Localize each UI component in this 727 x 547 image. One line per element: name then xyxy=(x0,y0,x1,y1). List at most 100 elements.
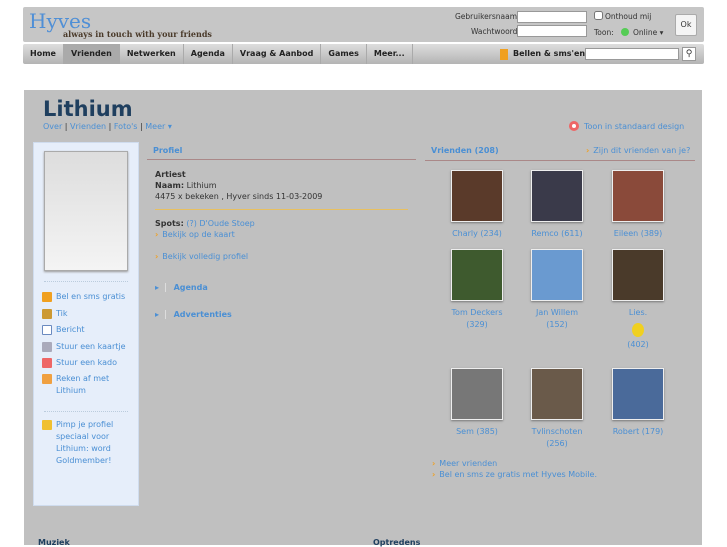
friend-item[interactable]: Charly (234) xyxy=(437,170,517,240)
friend-item[interactable]: Sem (385) xyxy=(437,368,517,438)
more-friends-link[interactable]: Meer vrienden xyxy=(439,459,497,468)
lifebuoy-icon xyxy=(569,121,579,131)
online-status-icon xyxy=(621,28,629,36)
friend-photo[interactable] xyxy=(451,249,503,301)
tagline: always in touch with your friends xyxy=(63,29,212,39)
status-select[interactable]: Online ▾ xyxy=(633,28,663,37)
label: Tik xyxy=(56,309,68,318)
search-button[interactable]: ⚲ xyxy=(682,47,696,61)
mobile-link[interactable]: Bel en sms ze gratis met Hyves Mobile. xyxy=(439,470,597,479)
friend-name[interactable]: Jan Willem (152) xyxy=(517,307,597,331)
sidebar-item-bericht[interactable]: Bericht xyxy=(42,324,134,336)
shows-heading: Optredens xyxy=(373,538,421,547)
sidebar-item-reken[interactable]: Reken af met Lithium xyxy=(42,373,134,397)
spot-link[interactable]: (?) D'Oude Stoep xyxy=(186,219,254,228)
friend-name[interactable]: Lies. xyxy=(598,307,678,319)
friend-name[interactable]: Remco (611) xyxy=(517,228,597,240)
friend-photo[interactable] xyxy=(531,249,583,301)
full-profile-link[interactable]: Bekijk volledig profiel xyxy=(162,252,248,261)
friend-photo[interactable] xyxy=(531,368,583,420)
password-input[interactable] xyxy=(517,25,587,37)
tab-games[interactable]: Games xyxy=(321,44,367,64)
friend-item[interactable]: Jan Willem (152) xyxy=(517,249,597,331)
tab-vraag-aanbod[interactable]: Vraag & Aanbod xyxy=(233,44,322,64)
profile-name: Lithium xyxy=(43,97,133,121)
friend-photo[interactable] xyxy=(451,170,503,222)
tab-agenda[interactable]: Agenda xyxy=(184,44,233,64)
link-over[interactable]: Over xyxy=(43,122,62,131)
friend-name[interactable]: Eileen (389) xyxy=(598,228,678,240)
link-meer[interactable]: Meer ▾ xyxy=(145,122,172,131)
are-friends-link[interactable]: Zijn dit vrienden van je? xyxy=(593,146,690,155)
envelope-icon xyxy=(42,325,52,335)
friend-item[interactable]: Lies. (402) xyxy=(598,249,678,351)
remember-checkbox[interactable] xyxy=(594,11,603,20)
friend-name[interactable]: Sem (385) xyxy=(437,426,517,438)
naam-value: Lithium xyxy=(186,181,217,190)
friend-item[interactable]: Robert (179) xyxy=(598,368,678,438)
label: Stuur een kado xyxy=(56,358,118,367)
sidebar-item-kaartje[interactable]: Stuur een kaartje xyxy=(42,341,134,353)
password-label: Wachtwoord: xyxy=(471,27,520,36)
friend-item[interactable]: Tvlinschoten (256) xyxy=(517,368,597,450)
tab-home[interactable]: Home xyxy=(23,44,64,64)
agenda-toggle[interactable]: ▸ Agenda xyxy=(155,283,208,292)
gift-icon xyxy=(42,358,52,368)
pimp-link[interactable]: Pimp je profiel speciaal voor Lithium: w… xyxy=(42,419,134,467)
divider xyxy=(425,160,695,161)
calls-link[interactable]: Bellen & sms'en xyxy=(506,44,592,64)
map-link[interactable]: Bekijk op de kaart xyxy=(162,230,234,239)
friend-item[interactable]: Tom Deckers (329) xyxy=(437,249,517,331)
friend-item[interactable]: Remco (611) xyxy=(517,170,597,240)
ads-label: Advertenties xyxy=(164,310,232,319)
wallet-icon xyxy=(42,374,52,384)
username-label: Gebruikersnaam: xyxy=(455,12,520,21)
divider xyxy=(44,411,128,412)
meer-label: Meer xyxy=(145,122,166,131)
ads-toggle[interactable]: ▸ Advertenties xyxy=(155,310,232,319)
crown-icon xyxy=(42,420,52,430)
friend-name[interactable]: Tvlinschoten (256) xyxy=(517,426,597,450)
search-input[interactable] xyxy=(585,48,679,60)
label: Bel en sms gratis xyxy=(56,292,126,301)
link-vrienden[interactable]: Vrienden xyxy=(70,122,106,131)
friend-name[interactable]: Charly (234) xyxy=(437,228,517,240)
sidebar-item-kado[interactable]: Stuur een kado xyxy=(42,357,134,369)
sidebar-item-bel[interactable]: Bel en sms gratis xyxy=(42,291,134,303)
friend-photo[interactable] xyxy=(451,368,503,420)
remember-label: Onthoud mij xyxy=(605,12,652,21)
friend-photo[interactable] xyxy=(612,249,664,301)
username-input[interactable] xyxy=(517,11,587,23)
naam-label: Naam: xyxy=(155,181,185,190)
profile-stats: 4475 x bekeken , Hyver sinds 11-03-2009 xyxy=(155,192,323,201)
friend-item[interactable]: Eileen (389) xyxy=(598,170,678,240)
label: Stuur een kaartje xyxy=(56,342,126,351)
main-nav: Home Vrienden Netwerken Agenda Vraag & A… xyxy=(23,44,704,64)
show-label: Toon: xyxy=(594,28,614,37)
friend-name[interactable]: Tom Deckers (329) xyxy=(437,307,517,331)
profile-links: Over | Vrienden | Foto's | Meer ▾ xyxy=(43,122,172,131)
divider xyxy=(44,281,128,282)
tab-meer[interactable]: Meer... xyxy=(367,44,413,64)
link-fotos[interactable]: Foto's xyxy=(114,122,138,131)
friends-title[interactable]: Vrienden (208) xyxy=(431,146,499,155)
friend-photo[interactable] xyxy=(612,170,664,222)
label: Bericht xyxy=(56,325,85,334)
login-ok-button[interactable]: Ok xyxy=(675,14,697,36)
friend-name[interactable]: Robert (179) xyxy=(598,426,678,438)
agenda-label: Agenda xyxy=(164,283,208,292)
wand-icon xyxy=(42,309,52,319)
tab-netwerken[interactable]: Netwerken xyxy=(120,44,184,64)
sidebar-item-tik[interactable]: Tik xyxy=(42,308,134,320)
music-heading: Muziek xyxy=(38,538,70,547)
friend-count: (402) xyxy=(627,340,649,349)
card-icon xyxy=(42,342,52,352)
section-profiel: Profiel xyxy=(153,146,183,155)
divider xyxy=(147,159,416,160)
profile-photo[interactable] xyxy=(44,151,128,271)
label: Reken af met Lithium xyxy=(56,374,110,395)
standard-design-link[interactable]: Toon in standaard design xyxy=(584,122,684,131)
friend-photo[interactable] xyxy=(612,368,664,420)
friend-photo[interactable] xyxy=(531,170,583,222)
tab-vrienden[interactable]: Vrienden xyxy=(63,44,120,64)
